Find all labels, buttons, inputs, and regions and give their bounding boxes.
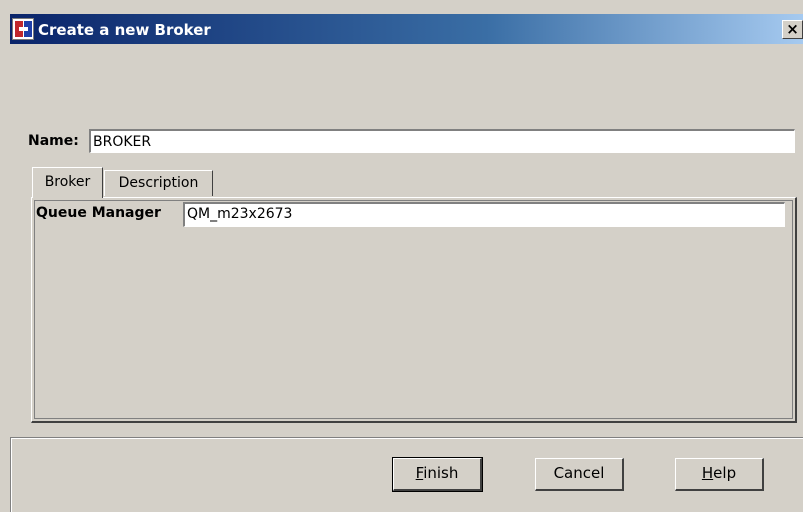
- help-label: elp: [713, 464, 737, 482]
- finish-label: inish: [423, 464, 459, 482]
- button-area-left-edge-highlight: [11, 439, 12, 512]
- finish-button[interactable]: Finish: [392, 457, 483, 492]
- window-title: Create a new Broker: [38, 21, 211, 39]
- name-input[interactable]: [89, 129, 795, 153]
- name-label: Name:: [28, 133, 79, 149]
- cancel-button[interactable]: Cancel: [535, 458, 624, 491]
- queue-manager-input[interactable]: QM_m23x2673: [183, 202, 785, 227]
- title-strip: [0, 0, 803, 14]
- tab-description[interactable]: Description: [104, 170, 213, 196]
- help-mnemonic: H: [701, 464, 714, 482]
- tab-panel-inner: [34, 200, 793, 419]
- queue-manager-label: Queue Manager: [36, 205, 161, 221]
- help-button[interactable]: Help: [675, 458, 764, 491]
- close-icon[interactable]: ×: [782, 20, 803, 39]
- tab-broker[interactable]: Broker: [32, 167, 103, 198]
- button-separator-highlight: [10, 438, 803, 439]
- broker-app-icon: [12, 18, 34, 40]
